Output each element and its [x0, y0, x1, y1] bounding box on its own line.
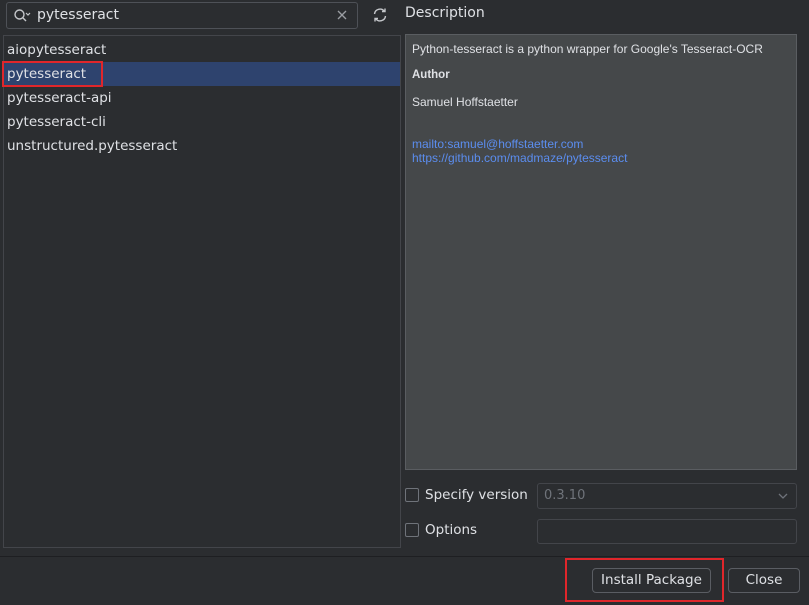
specify-version-label: Specify version [425, 487, 528, 503]
selection-highlight-box [2, 61, 103, 87]
bottom-divider [0, 556, 809, 557]
close-button[interactable]: Close [728, 568, 800, 593]
package-list[interactable]: aiopytesseract pytesseract pytesseract-a… [3, 35, 401, 548]
package-summary: Python-tesseract is a python wrapper for… [412, 42, 763, 56]
list-item[interactable]: unstructured.pytesseract [4, 134, 400, 158]
clear-icon[interactable] [335, 8, 349, 22]
options-label: Options [425, 522, 478, 538]
author-heading: Author [412, 69, 450, 81]
version-select[interactable]: 0.3.10 [537, 483, 797, 509]
search-input[interactable]: pytesseract [37, 7, 119, 23]
list-item[interactable]: aiopytesseract [4, 38, 400, 62]
description-heading: Description [405, 5, 485, 21]
email-link[interactable]: mailto:samuel@hoffstaetter.com [412, 137, 583, 151]
search-field[interactable]: pytesseract [6, 2, 358, 29]
refresh-icon[interactable] [371, 6, 389, 24]
chevron-down-icon [778, 493, 788, 499]
install-highlight-box [565, 558, 724, 602]
options-checkbox[interactable] [405, 523, 419, 537]
repository-link[interactable]: https://github.com/madmaze/pytesseract [412, 151, 627, 165]
list-item[interactable]: pytesseract-api [4, 86, 400, 110]
options-input[interactable] [537, 519, 797, 544]
search-icon [14, 9, 31, 22]
specify-version-checkbox[interactable] [405, 488, 419, 502]
version-value: 0.3.10 [544, 488, 586, 503]
author-name: Samuel Hoffstaetter [412, 95, 518, 109]
list-item[interactable]: pytesseract-cli [4, 110, 400, 134]
description-panel: Python-tesseract is a python wrapper for… [405, 34, 797, 470]
